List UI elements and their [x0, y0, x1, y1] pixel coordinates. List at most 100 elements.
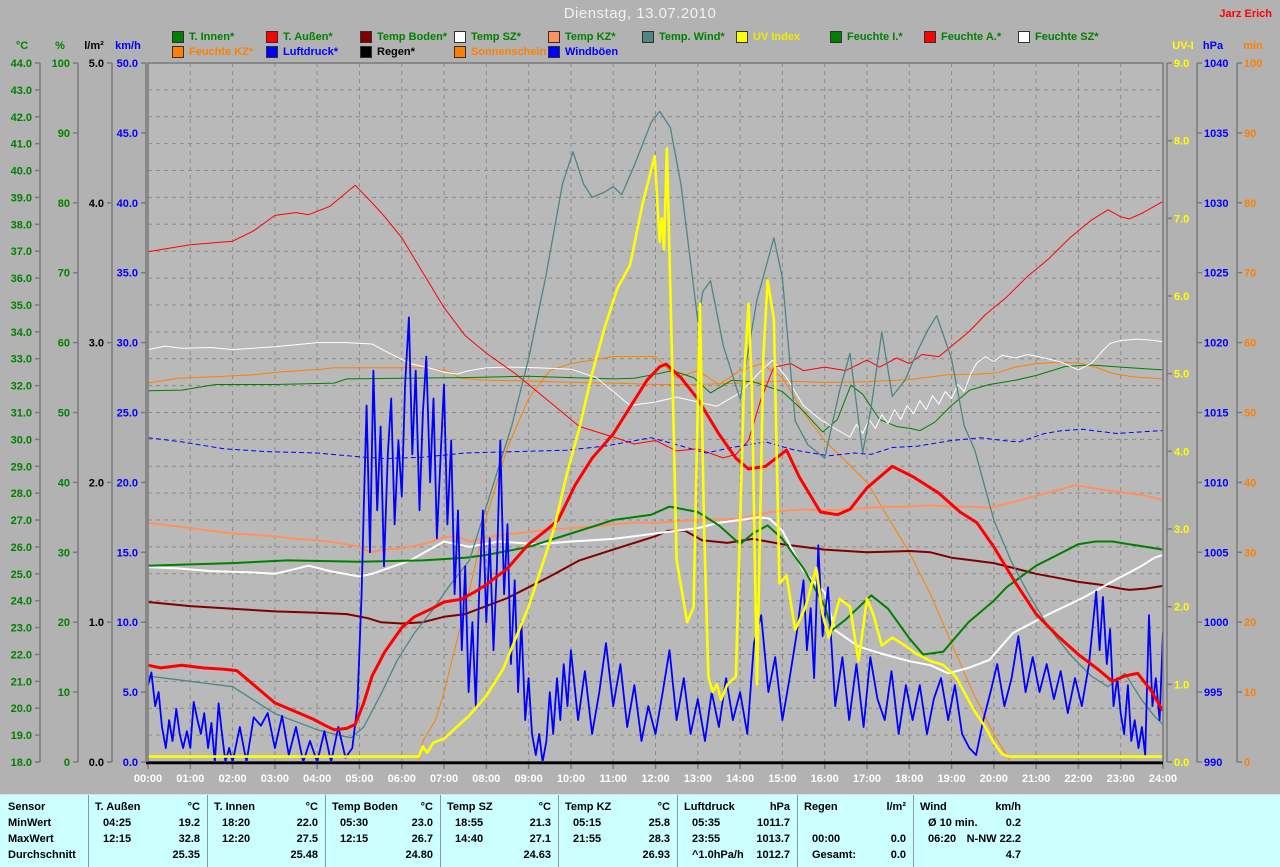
- table-cell-time: Ø 10 min.: [914, 817, 978, 829]
- legend-item-feuchte-sz-: Feuchte SZ*: [1018, 31, 1099, 43]
- y-axis-uv: 9.08.07.06.05.04.03.02.01.00.0: [1167, 58, 1189, 769]
- table-row-header: Durchschnitt: [0, 847, 88, 863]
- x-axis-tick-label: 24:00: [1149, 773, 1177, 785]
- y-axis-tick-label: 38.0: [11, 219, 32, 231]
- y-axis-tick-label: 35.0: [11, 300, 32, 312]
- table-row-header: MinWert: [0, 815, 88, 831]
- table-column-unit: l/m²: [886, 801, 913, 813]
- y-axis-tick-label: 20.0: [117, 477, 138, 489]
- y-axis-tick-label: 2.0: [89, 477, 104, 489]
- y-axis-tick-label: 3.0: [1174, 524, 1189, 536]
- legend-item-windb-en: Windböen: [548, 46, 618, 58]
- table-cell-value: 23.0: [412, 817, 440, 829]
- x-axis-tick-label: 19:00: [937, 773, 965, 785]
- table-row: Ø 10 min. 0.2: [914, 815, 1028, 831]
- legend-label: Temp KZ*: [565, 31, 616, 43]
- y-axis-tick-label: 50.0: [117, 58, 138, 70]
- table-column-temp-sz: Temp SZ°C18:5521.314:4027.124.63: [440, 795, 558, 867]
- legend-swatch: [454, 46, 466, 58]
- watermark-author: Jarz Erich: [1219, 8, 1272, 20]
- table-column-name: Wind: [914, 801, 947, 813]
- y-axis-tick-label: 40.0: [117, 198, 138, 210]
- table-cell-time: 12:20: [208, 833, 250, 845]
- x-axis-tick-label: 03:00: [261, 773, 289, 785]
- table-row: 05:3023.0: [326, 815, 440, 831]
- y-axis-wind_kmh: 50.045.040.035.030.025.020.015.010.05.00…: [117, 58, 146, 769]
- table-cell-time: 14:40: [441, 833, 483, 845]
- y-axis-tick-label: 32.0: [11, 381, 32, 393]
- y-axis-tick-label: 1.0: [1174, 679, 1189, 691]
- legend-swatch: [266, 31, 278, 43]
- table-cell-time: 05:35: [678, 817, 720, 829]
- y-axis-tick-label: 1010: [1204, 477, 1228, 489]
- table-column-unit: °C: [421, 801, 440, 813]
- legend-item-temp-boden-: Temp Boden*: [360, 31, 447, 43]
- table-column-temp-kz: Temp KZ°C05:1525.821:5528.326.93: [558, 795, 677, 867]
- y-axis-tick-label: 25.0: [11, 569, 32, 581]
- table-cell-time: 12:15: [89, 833, 131, 845]
- y-axis-tick-label: 33.0: [11, 354, 32, 366]
- legend-swatch: [360, 31, 372, 43]
- legend-label: Sonnenschein: [471, 46, 546, 58]
- legend-item-feuchte-kz-: Feuchte KZ*: [172, 46, 253, 58]
- table-cell-value: 21.3: [530, 817, 558, 829]
- legend-swatch: [830, 31, 842, 43]
- y-axis-tick-label: 39.0: [11, 192, 32, 204]
- y-axis-tick-label: 1.0: [89, 617, 104, 629]
- table-row: 05:351011.7: [678, 815, 797, 831]
- table-column-name: T. Außen: [89, 801, 140, 813]
- table-column-wind: Windkm/hØ 10 min.0.206:20N-NW 22.24.7: [913, 795, 1028, 867]
- y-axis-tick-label: 1040: [1204, 58, 1228, 70]
- y-axis-tick-label: 20: [1244, 617, 1256, 629]
- table-row: 12:1532.8: [89, 831, 207, 847]
- axis-unit-percent: %: [55, 40, 65, 52]
- table-column-name: Luftdruck: [678, 801, 735, 813]
- table-row: 05:1525.8: [559, 815, 677, 831]
- page-title: Dienstag, 13.07.2010: [0, 5, 1280, 22]
- x-axis-tick-label: 11:00: [599, 773, 627, 785]
- legend-item-regen-: Regen*: [360, 46, 415, 58]
- legend-item-temp-kz-: Temp KZ*: [548, 31, 616, 43]
- y-axis-tick-label: 36.0: [11, 273, 32, 285]
- y-axis-tick-label: 90: [58, 128, 70, 140]
- y-axis-tick-label: 1035: [1204, 128, 1228, 140]
- table-row: 26.93: [559, 847, 677, 863]
- y-axis-tick-label: 45.0: [117, 128, 138, 140]
- table-cell-time: 06:20: [914, 833, 956, 845]
- y-axis-tick-label: 60: [1244, 338, 1256, 350]
- x-axis-tick-label: 08:00: [472, 773, 500, 785]
- table-cell-time: 21:55: [559, 833, 601, 845]
- y-axis-tick-label: 10: [1244, 687, 1256, 699]
- table-row: Gesamt:0.0: [798, 847, 913, 863]
- y-axis-tick-label: 28.0: [11, 488, 32, 500]
- legend-item-luftdruck-: Luftdruck*: [266, 46, 338, 58]
- table-column-name: Regen: [798, 801, 838, 813]
- x-axis-tick-label: 00:00: [134, 773, 162, 785]
- y-axis-tick-label: 1005: [1204, 547, 1228, 559]
- y-axis-tick-label: 8.0: [1174, 136, 1189, 148]
- table-cell-value: 19.2: [179, 817, 207, 829]
- table-cell-value: 0.2: [1006, 817, 1028, 829]
- table-row-header: MaxWert: [0, 831, 88, 847]
- x-axis-tick-label: 12:00: [641, 773, 669, 785]
- table-cell-value: 0.0: [891, 833, 913, 845]
- legend-item-feuchte-a-: Feuchte A.*: [924, 31, 1001, 43]
- table-column-unit: km/h: [995, 801, 1028, 813]
- table-cell-value: 27.5: [297, 833, 325, 845]
- table-cell-value: 0.0: [891, 849, 913, 861]
- table-row: 24.80: [326, 847, 440, 863]
- table-column-unit: °C: [188, 801, 207, 813]
- table-cell-value: 24.80: [405, 849, 440, 861]
- y-axis-tick-label: 37.0: [11, 246, 32, 258]
- legend-swatch: [548, 31, 560, 43]
- table-cell-value: 27.1: [530, 833, 558, 845]
- y-axis-tick-label: 1020: [1204, 338, 1228, 350]
- x-axis-tick-label: 10:00: [557, 773, 585, 785]
- y-axis-percent: 1009080706050403020100: [52, 58, 78, 769]
- y-axis-tick-label: 15.0: [117, 547, 138, 559]
- weather-app-window: { "window": { "title": "Dienstag, 13.07.…: [0, 0, 1280, 867]
- x-axis-tick-label: 14:00: [726, 773, 754, 785]
- y-axis-tick-label: 30.0: [117, 338, 138, 350]
- legend-swatch: [642, 31, 654, 43]
- x-axis-tick-label: 18:00: [895, 773, 923, 785]
